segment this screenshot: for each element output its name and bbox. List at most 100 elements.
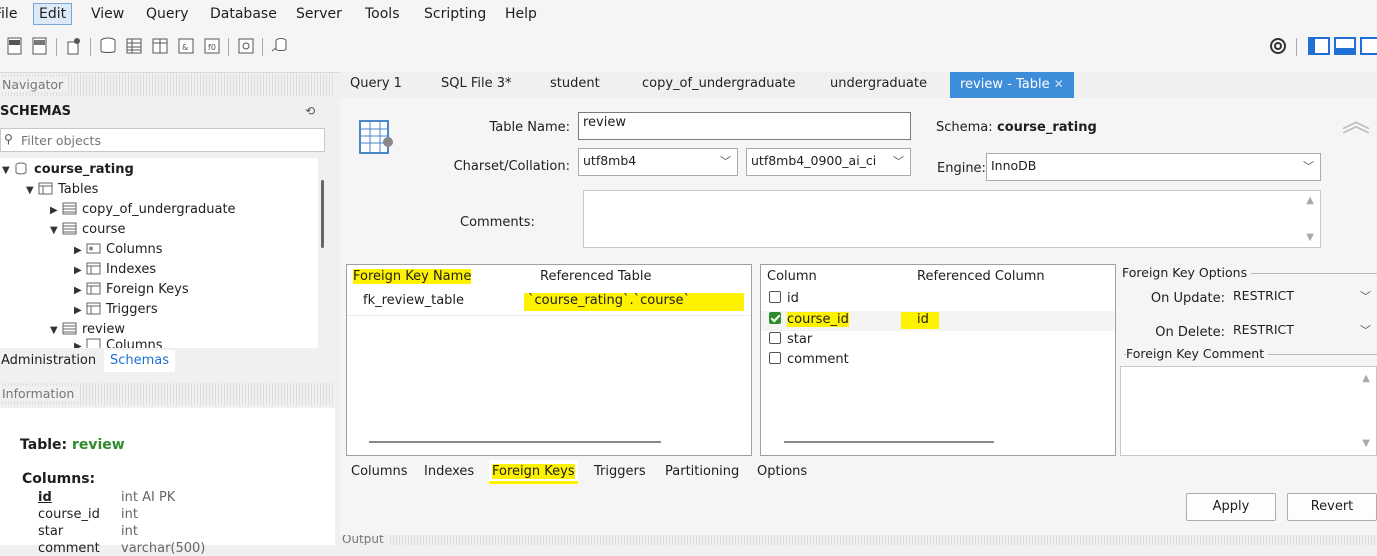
tree-item-tables[interactable]: ▼ Tables xyxy=(26,180,98,200)
collapse-triangle-icon[interactable]: ▶ xyxy=(74,241,86,261)
navigator-scrollbar[interactable] xyxy=(321,180,324,248)
open-sql-file-icon[interactable] xyxy=(30,36,50,56)
tab-foreign-keys[interactable]: Foreign Keys xyxy=(489,460,578,484)
collapse-triangle-icon[interactable]: ▶ xyxy=(50,201,62,221)
scroll-down-icon[interactable]: ▼ xyxy=(1306,232,1314,243)
inspector-icon[interactable] xyxy=(64,36,84,56)
tree-item-table-selected[interactable]: ▼ review xyxy=(50,320,125,340)
table-row[interactable]: course_id id xyxy=(761,311,1115,331)
scroll-up-icon[interactable]: ▲ xyxy=(1362,373,1370,384)
list-item[interactable]: course_id xyxy=(769,312,849,327)
tab-review-table[interactable]: review - Table ✕ xyxy=(950,72,1074,98)
create-schema-icon[interactable] xyxy=(98,36,118,56)
on-update-select[interactable]: RESTRICT ﹀ xyxy=(1229,284,1377,311)
engine-select[interactable]: InnoDB ﹀ xyxy=(986,153,1321,181)
tree-item-table[interactable]: ▼ course xyxy=(50,220,125,240)
expand-triangle-icon[interactable]: ▼ xyxy=(2,161,14,181)
tab-options[interactable]: Options xyxy=(757,464,807,479)
expand-triangle-icon[interactable]: ▼ xyxy=(50,321,62,341)
column-checkbox-checked[interactable] xyxy=(769,312,781,324)
fk-name-column-header[interactable]: Foreign Key Name xyxy=(353,269,472,284)
create-function-icon[interactable]: f0 xyxy=(202,36,222,56)
column-checkbox[interactable] xyxy=(769,291,781,303)
menu-file[interactable]: File xyxy=(0,4,17,24)
menu-tools[interactable]: Tools xyxy=(365,4,400,24)
tree-item-triggers[interactable]: ▶ Triggers xyxy=(74,300,158,320)
fk-ref-table-column-header[interactable]: Referenced Table xyxy=(540,269,651,284)
toggle-secondary-sidebar-icon[interactable] xyxy=(1360,36,1377,56)
scroll-up-icon[interactable]: ▲ xyxy=(1306,195,1314,206)
apply-button[interactable]: Apply xyxy=(1186,493,1276,521)
search-table-data-icon[interactable] xyxy=(236,36,256,56)
tab-sql-file-3[interactable]: SQL File 3* xyxy=(441,72,512,98)
tab-review-table-label: review - Table xyxy=(960,77,1050,92)
tree-item-foreign-keys[interactable]: ▶ Foreign Keys xyxy=(74,280,189,300)
preferences-gear-icon[interactable] xyxy=(1268,36,1288,56)
toggle-sidebar-icon[interactable] xyxy=(1308,36,1330,56)
tree-item-columns[interactable]: ▶ Columns xyxy=(74,338,163,348)
fk-comment-textarea[interactable]: ▲ ▼ xyxy=(1120,366,1377,456)
table-editor: Table Name: review Schema: course_rating… xyxy=(340,98,1377,545)
fk-ref-table-cell[interactable]: `course_rating`.`course` xyxy=(524,293,744,311)
filter-input[interactable] xyxy=(19,132,313,149)
menu-scripting[interactable]: Scripting xyxy=(424,4,486,24)
tab-partitioning[interactable]: Partitioning xyxy=(665,464,739,479)
expand-triangle-icon[interactable]: ▼ xyxy=(26,181,38,201)
schemas-title: SCHEMAS xyxy=(0,104,72,119)
create-table-icon[interactable] xyxy=(124,36,144,56)
toggle-output-icon[interactable] xyxy=(1334,36,1356,56)
refresh-icon[interactable]: ⟲ xyxy=(305,104,315,118)
menu-server[interactable]: Server xyxy=(296,4,342,24)
collapse-triangle-icon[interactable]: ▶ xyxy=(74,261,86,281)
collapse-panel-icon[interactable]: ︽ xyxy=(1342,108,1370,136)
collapse-triangle-icon[interactable]: ▶ xyxy=(74,301,86,321)
menu-query[interactable]: Query xyxy=(146,4,189,24)
column-checkbox[interactable] xyxy=(769,352,781,364)
fk-list-scrollbar[interactable] xyxy=(369,441,661,443)
tree-item-columns[interactable]: ▶ Columns xyxy=(74,240,163,260)
tab-copy-of-undergraduate[interactable]: copy_of_undergraduate xyxy=(642,72,796,98)
charset-select[interactable]: utf8mb4 ﹀ xyxy=(578,148,738,176)
create-view-icon[interactable] xyxy=(150,36,170,56)
scroll-down-icon[interactable]: ▼ xyxy=(1362,438,1370,449)
tab-student[interactable]: student xyxy=(550,72,600,98)
ref-column-header[interactable]: Referenced Column xyxy=(917,269,1045,284)
column-checkbox[interactable] xyxy=(769,332,781,344)
column-list-scrollbar[interactable] xyxy=(784,441,994,443)
tab-schemas[interactable]: Schemas xyxy=(104,350,176,372)
tab-triggers[interactable]: Triggers xyxy=(594,464,646,479)
close-icon[interactable]: ✕ xyxy=(1054,77,1064,91)
collapse-triangle-icon[interactable]: ▶ xyxy=(74,281,86,301)
tree-item-schema[interactable]: ▼ course_rating xyxy=(2,160,134,180)
tab-indexes[interactable]: Indexes xyxy=(424,464,474,479)
comments-textarea[interactable]: ▲ ▼ xyxy=(583,190,1321,248)
menu-edit[interactable]: Edit xyxy=(33,3,73,25)
information-header: Information xyxy=(0,383,335,405)
on-delete-select[interactable]: RESTRICT ﹀ xyxy=(1229,318,1377,345)
collapse-triangle-icon[interactable]: ▶ xyxy=(74,340,86,348)
collation-select[interactable]: utf8mb4_0900_ai_ci ﹀ xyxy=(746,148,911,176)
column-header[interactable]: Column xyxy=(767,269,817,284)
tree-item-indexes[interactable]: ▶ Indexes xyxy=(74,260,156,280)
tab-administration[interactable]: Administration xyxy=(1,353,96,368)
foreign-keys-label: Foreign Keys xyxy=(106,282,189,297)
ref-column-cell[interactable]: id xyxy=(901,312,939,329)
reconnect-icon[interactable] xyxy=(270,36,290,56)
fk-name-cell[interactable]: fk_review_table xyxy=(363,293,464,308)
create-procedure-icon[interactable]: & xyxy=(176,36,196,56)
tab-columns[interactable]: Columns xyxy=(351,464,408,479)
menu-help[interactable]: Help xyxy=(505,4,537,24)
menu-database[interactable]: Database xyxy=(210,4,277,24)
table-row[interactable]: fk_review_table `course_rating`.`course` xyxy=(347,289,751,316)
new-sql-tab-icon[interactable] xyxy=(5,36,25,56)
list-item[interactable]: id xyxy=(769,291,799,306)
tree-item-table[interactable]: ▶ copy_of_undergraduate xyxy=(50,200,236,220)
tab-query-1[interactable]: Query 1 xyxy=(350,72,402,98)
revert-button[interactable]: Revert xyxy=(1287,493,1377,521)
expand-triangle-icon[interactable]: ▼ xyxy=(50,221,62,241)
table-name-input[interactable]: review xyxy=(578,112,911,140)
list-item[interactable]: comment xyxy=(769,352,849,367)
tab-undergraduate[interactable]: undergraduate xyxy=(830,72,927,98)
menu-view[interactable]: View xyxy=(91,4,124,24)
list-item[interactable]: star xyxy=(769,332,812,347)
